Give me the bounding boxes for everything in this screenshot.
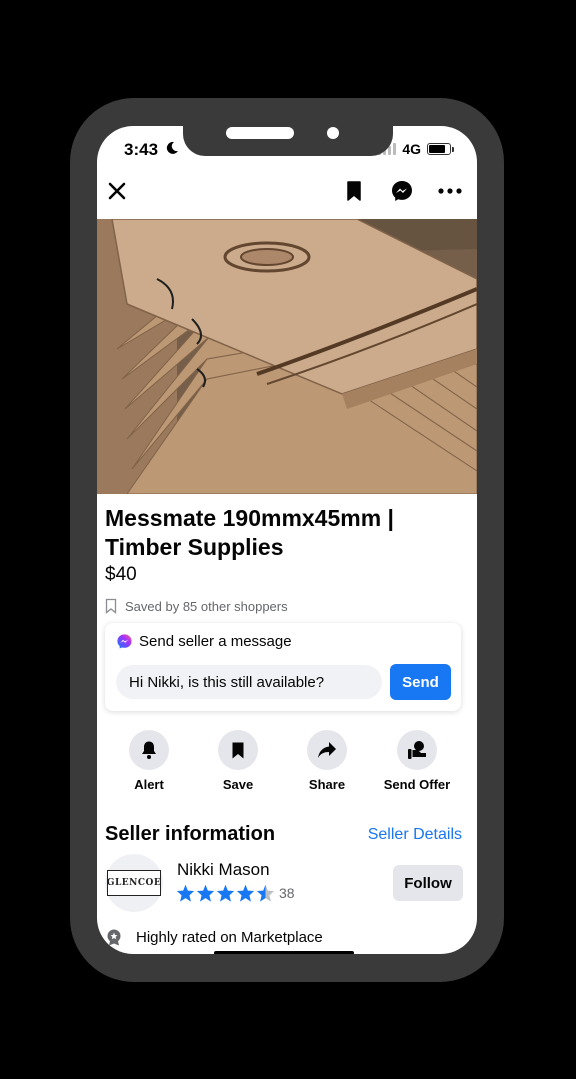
bookmark-icon bbox=[232, 742, 244, 758]
rating-count: 38 bbox=[279, 885, 295, 901]
message-header: Send seller a message bbox=[116, 633, 292, 650]
phone-camera bbox=[327, 127, 339, 139]
save-button[interactable]: Save bbox=[193, 730, 283, 792]
saved-text: Saved by 85 other shoppers bbox=[125, 598, 288, 614]
alert-label: Alert bbox=[134, 777, 164, 792]
seller-name[interactable]: Nikki Mason bbox=[177, 860, 270, 880]
saved-count: Saved by 85 other shoppers bbox=[105, 598, 288, 614]
share-button[interactable]: Share bbox=[282, 730, 372, 792]
messenger-logo-icon bbox=[117, 634, 132, 649]
send-button[interactable]: Send bbox=[390, 664, 451, 700]
highly-rated-row: Highly rated on Marketplace bbox=[106, 929, 323, 946]
listing-price: $40 bbox=[105, 564, 137, 585]
bookmark-icon[interactable] bbox=[346, 180, 362, 202]
bell-icon bbox=[142, 741, 156, 759]
close-icon[interactable] bbox=[107, 181, 127, 201]
star-icon bbox=[176, 884, 195, 902]
follow-button[interactable]: Follow bbox=[393, 865, 463, 901]
moon-icon bbox=[166, 141, 178, 154]
battery-icon bbox=[427, 143, 454, 155]
highly-rated-text: Highly rated on Marketplace bbox=[136, 929, 323, 946]
send-offer-button[interactable]: Send Offer bbox=[372, 730, 462, 792]
phone-speaker bbox=[226, 127, 294, 139]
seller-info-heading: Seller information bbox=[105, 823, 276, 845]
message-seller-card: Send seller a message Send bbox=[105, 623, 461, 711]
network-label: 4G bbox=[402, 141, 421, 157]
listing-photo[interactable] bbox=[97, 219, 477, 494]
messenger-icon[interactable] bbox=[390, 179, 414, 203]
seller-rating: 38 bbox=[176, 884, 295, 902]
send-offer-icon bbox=[408, 741, 426, 759]
seller-details-link[interactable]: Seller Details bbox=[368, 826, 462, 844]
share-label: Share bbox=[308, 777, 346, 792]
bookmark-outline-icon bbox=[105, 598, 117, 614]
seller-logo: GLENCOE bbox=[107, 870, 161, 896]
top-nav bbox=[97, 176, 477, 212]
status-time: 3:43 bbox=[124, 140, 159, 159]
send-offer-label: Send Offer bbox=[383, 777, 451, 792]
action-row: Alert Save Share Send Offer bbox=[97, 730, 477, 800]
star-icon bbox=[196, 884, 215, 902]
home-indicator[interactable] bbox=[214, 951, 354, 954]
save-label: Save bbox=[222, 777, 254, 792]
listing-title: Messmate 190mmx45mm | Timber Supplies bbox=[105, 505, 394, 560]
star-icon bbox=[236, 884, 255, 902]
message-heading: Send seller a message bbox=[139, 633, 292, 650]
alert-button[interactable]: Alert bbox=[104, 730, 194, 792]
star-icon bbox=[216, 884, 235, 902]
share-icon bbox=[318, 742, 336, 758]
app-screen: 3:43 4G Messmate 190mmx45mm | Timber Sup… bbox=[97, 126, 477, 954]
badge-icon bbox=[107, 929, 121, 946]
half-star-icon bbox=[256, 884, 275, 902]
more-options-icon[interactable] bbox=[438, 180, 462, 202]
seller-avatar[interactable]: GLENCOE bbox=[105, 854, 163, 912]
message-input[interactable] bbox=[116, 665, 382, 699]
